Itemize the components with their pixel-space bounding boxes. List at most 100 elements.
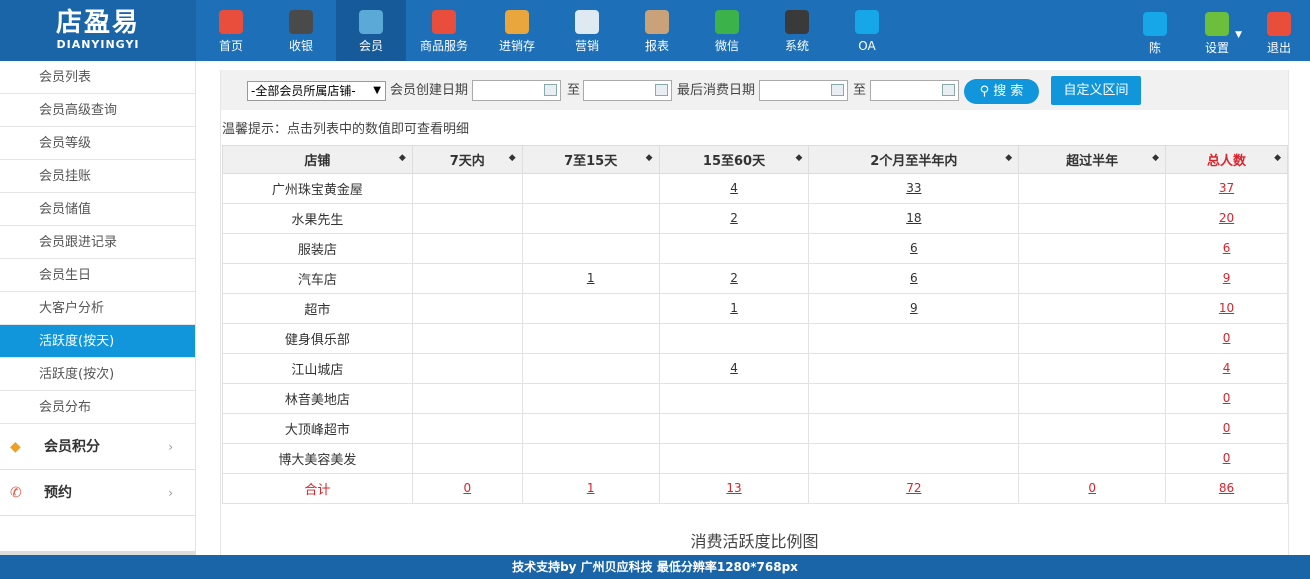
sort-icon[interactable]: ◆ (1274, 153, 1281, 163)
last-consume-start-input[interactable] (759, 80, 848, 101)
count-link[interactable]: 0 (463, 481, 471, 495)
calendar-icon[interactable] (655, 84, 668, 96)
user-nav-item-1[interactable]: 设置 ▼ (1186, 0, 1248, 61)
count-link[interactable]: 6 (910, 271, 918, 285)
sidebar-group-1[interactable]: ✆ 预约 › (0, 470, 195, 516)
last-consume-end-input[interactable] (870, 80, 959, 101)
created-date-end-input[interactable] (583, 80, 672, 101)
logo-en: DIANYINGYI (56, 38, 140, 51)
user-nav-item-2[interactable]: 退出 (1248, 0, 1310, 61)
column-header-5[interactable]: 超过半年 ◆ (1018, 145, 1167, 174)
table-cell: 0 (1165, 443, 1288, 474)
count-link[interactable]: 0 (1088, 481, 1096, 495)
column-header-6[interactable]: 总人数 ◆ (1165, 145, 1288, 174)
nav-item-8[interactable]: 系统 (762, 0, 832, 61)
count-link[interactable]: 4 (730, 361, 738, 375)
column-header-label: 总人数 (1207, 154, 1247, 169)
count-link[interactable]: 6 (910, 241, 918, 255)
count-link[interactable]: 10 (1219, 301, 1234, 315)
column-header-2[interactable]: 7至15天 ◆ (521, 145, 660, 174)
nav-item-1[interactable]: 收银 (266, 0, 336, 61)
table-row: 水果先生 2 18 20 (222, 203, 1288, 234)
column-header-0[interactable]: 店铺 ◆ (222, 145, 413, 174)
count-link[interactable]: 20 (1219, 211, 1234, 225)
sidebar-item-5[interactable]: 会员跟进记录 (0, 226, 195, 259)
sidebar-item-1[interactable]: 会员高级查询 (0, 94, 195, 127)
sidebar-item-0[interactable]: 会员列表 (0, 61, 195, 94)
column-header-3[interactable]: 15至60天 ◆ (658, 145, 810, 174)
custom-range-button[interactable]: 自定义区间 (1051, 76, 1141, 105)
count-link[interactable]: 4 (730, 181, 738, 195)
table-cell: 汽车店 (222, 263, 413, 294)
count-link[interactable]: 1 (730, 301, 738, 315)
created-date-start-input[interactable] (472, 80, 561, 101)
sort-icon[interactable]: ◆ (1005, 153, 1012, 163)
sort-icon[interactable]: ◆ (509, 153, 516, 163)
nav-item-7[interactable]: 微信 (692, 0, 762, 61)
count-link[interactable]: 2 (730, 271, 738, 285)
table-cell (411, 353, 523, 384)
select-arrow-icon: ▼ (373, 85, 381, 96)
table-cell: 江山城店 (222, 353, 413, 384)
nav-item-2[interactable]: 会员 (336, 0, 406, 61)
count-link[interactable]: 1 (587, 271, 595, 285)
nav-label: 进销存 (498, 39, 535, 53)
count-link[interactable]: 4 (1223, 361, 1231, 375)
column-header-1[interactable]: 7天内 ◆ (411, 145, 523, 174)
count-link[interactable]: 33 (906, 181, 921, 195)
nav-item-9[interactable]: OA (832, 0, 902, 61)
sort-icon[interactable]: ◆ (646, 153, 653, 163)
table-cell: 合计 (222, 473, 413, 504)
count-link[interactable]: 2 (730, 211, 738, 225)
table-cell: 0 (1165, 413, 1288, 444)
table-cell: 大顶峰超市 (222, 413, 413, 444)
count-link[interactable]: 0 (1223, 421, 1231, 435)
count-link[interactable]: 0 (1223, 451, 1231, 465)
sidebar-item-7[interactable]: 大客户分析 (0, 292, 195, 325)
count-link[interactable]: 1 (587, 481, 595, 495)
count-link[interactable]: 18 (906, 211, 921, 225)
table-cell: 33 (808, 173, 1020, 204)
sidebar-item-2[interactable]: 会员等级 (0, 127, 195, 160)
count-link[interactable]: 13 (726, 481, 741, 495)
last-consume-label: 最后消费日期 (677, 83, 756, 98)
sidebar-item-4[interactable]: 会员储值 (0, 193, 195, 226)
count-link[interactable]: 37 (1219, 181, 1234, 195)
column-header-4[interactable]: 2个月至半年内 ◆ (808, 145, 1020, 174)
sidebar-item-9[interactable]: 活跃度(按次) (0, 358, 195, 391)
table-cell (808, 413, 1020, 444)
sidebar-item-6[interactable]: 会员生日 (0, 259, 195, 292)
nav-item-5[interactable]: 营销 (552, 0, 622, 61)
table-cell: 6 (1165, 233, 1288, 264)
count-link[interactable]: 6 (1223, 241, 1231, 255)
nav-item-3[interactable]: 商品服务 (406, 0, 482, 61)
user-nav-item-0[interactable]: 陈 (1124, 0, 1186, 61)
calendar-icon[interactable] (831, 84, 844, 96)
count-link[interactable]: 72 (906, 481, 921, 495)
sidebar-item-3[interactable]: 会员挂账 (0, 160, 195, 193)
nav-item-0[interactable]: 首页 (196, 0, 266, 61)
sort-icon[interactable]: ◆ (796, 153, 803, 163)
nav-item-4[interactable]: 进销存 (482, 0, 552, 61)
count-link[interactable]: 9 (1223, 271, 1231, 285)
sidebar-item-10[interactable]: 会员分布 (0, 391, 195, 424)
count-link[interactable]: 0 (1223, 331, 1231, 345)
sort-icon[interactable]: ◆ (1152, 153, 1159, 163)
calendar-icon[interactable] (942, 84, 955, 96)
sidebar-item-8[interactable]: 活跃度(按天) (0, 325, 195, 358)
table-cell: 超市 (222, 293, 413, 324)
report-icon (645, 10, 669, 34)
table-cell (411, 263, 523, 294)
count-link[interactable]: 0 (1223, 391, 1231, 405)
table-cell: 博大美容美发 (222, 443, 413, 474)
sort-icon[interactable]: ◆ (399, 153, 406, 163)
sidebar-group-0[interactable]: ◆ 会员积分 › (0, 424, 195, 470)
logo[interactable]: 店盈易 DIANYINGYI (0, 0, 196, 61)
nav-item-6[interactable]: 报表 (622, 0, 692, 61)
table-cell (411, 413, 523, 444)
count-link[interactable]: 9 (910, 301, 918, 315)
search-button[interactable]: ⚲ 搜 索 (964, 79, 1039, 104)
count-link[interactable]: 86 (1219, 481, 1234, 495)
calendar-icon[interactable] (544, 84, 557, 96)
store-select[interactable]: -全部会员所属店铺- ▼ (247, 81, 386, 101)
